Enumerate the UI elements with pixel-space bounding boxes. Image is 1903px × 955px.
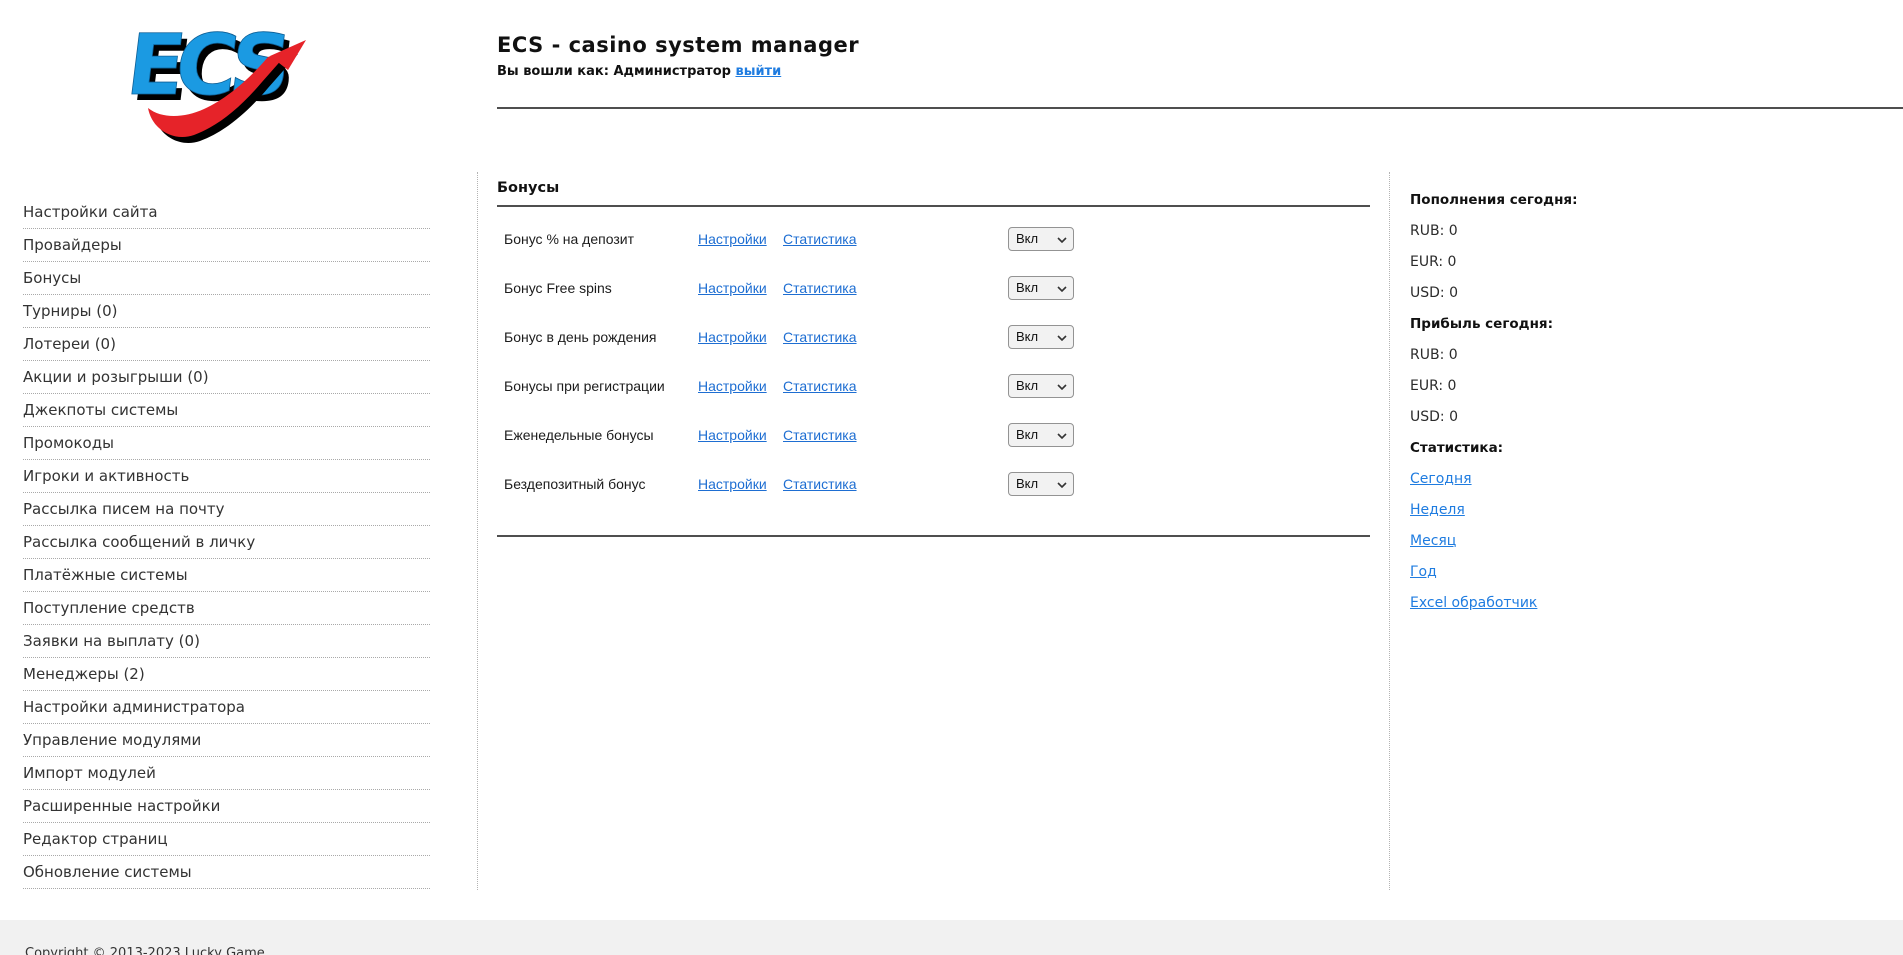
bonus-toggle: Вкл (1008, 472, 1074, 496)
sidebar-item[interactable]: Редактор страниц (23, 823, 430, 856)
profit-today-title: Прибыль сегодня: (1410, 308, 1880, 339)
bonus-label: Бездепозитный бонус (504, 476, 698, 492)
deposit-value: EUR: 0 (1410, 246, 1880, 277)
bonus-label: Бонус в день рождения (504, 329, 698, 345)
stats-link-row: Сегодня (1410, 463, 1880, 494)
bonus-statistics-link[interactable]: Статистика (783, 378, 1008, 394)
deposit-value: USD: 0 (1410, 277, 1880, 308)
sidebar-item[interactable]: Настройки сайта (23, 196, 430, 229)
bonus-toggle: Вкл (1008, 227, 1074, 251)
bonus-rows: Бонус % на депозитНастройкиСтатистикаВкл… (497, 214, 1370, 508)
bonus-toggle-select[interactable]: Вкл (1008, 472, 1074, 496)
section-divider-top (497, 205, 1370, 207)
sidebar-item[interactable]: Провайдеры (23, 229, 430, 262)
bonus-toggle-select[interactable]: Вкл (1008, 423, 1074, 447)
header: ECS - casino system manager Вы вошли как… (497, 33, 859, 79)
bonus-settings-link[interactable]: Настройки (698, 378, 783, 394)
stats-link-row: Год (1410, 556, 1880, 587)
sidebar-item[interactable]: Платёжные системы (23, 559, 430, 592)
app-title: ECS - casino system manager (497, 33, 859, 57)
stats-title: Статистика: (1410, 432, 1880, 463)
summary-panel: Пополнения сегодня:RUB: 0EUR: 0USD: 0При… (1410, 184, 1880, 618)
bonus-row: Бонус в день рожденияНастройкиСтатистика… (497, 312, 1370, 361)
sidebar-item[interactable]: Джекпоты системы (23, 394, 430, 427)
bonus-label: Еженедельные бонусы (504, 427, 698, 443)
sidebar-item[interactable]: Обновление системы (23, 856, 430, 889)
sidebar-item[interactable]: Акции и розыгрыши (0) (23, 361, 430, 394)
footer: Copyright © 2013-2023 Lucky Game (0, 920, 1903, 955)
header-divider (497, 107, 1903, 109)
bonus-settings-link[interactable]: Настройки (698, 329, 783, 345)
bonus-settings-link[interactable]: Настройки (698, 280, 783, 296)
divider-sidebar-main (477, 172, 478, 890)
profit-value: USD: 0 (1410, 401, 1880, 432)
sidebar-item[interactable]: Расширенные настройки (23, 790, 430, 823)
section-divider-bottom (497, 535, 1370, 537)
bonus-label: Бонусы при регистрации (504, 378, 698, 394)
deposit-value: RUB: 0 (1410, 215, 1880, 246)
stats-link[interactable]: Неделя (1410, 502, 1465, 518)
bonus-toggle-select[interactable]: Вкл (1008, 325, 1074, 349)
sidebar-menu: Настройки сайтаПровайдерыБонусыТурниры (… (23, 196, 430, 889)
stats-link[interactable]: Excel обработчик (1410, 595, 1537, 611)
stats-link-row: Неделя (1410, 494, 1880, 525)
deposits-today-title: Пополнения сегодня: (1410, 184, 1880, 215)
ecs-logo-graphic: ECS ECS (118, 14, 308, 152)
bonus-row: Еженедельные бонусыНастройкиСтатистикаВк… (497, 410, 1370, 459)
bonus-row: Бонусы при регистрацииНастройкиСтатистик… (497, 361, 1370, 410)
bonus-toggle-select[interactable]: Вкл (1008, 374, 1074, 398)
sidebar-item[interactable]: Поступление средств (23, 592, 430, 625)
bonus-toggle-select[interactable]: Вкл (1008, 276, 1074, 300)
bonus-settings-link[interactable]: Настройки (698, 427, 783, 443)
bonus-label: Бонус % на депозит (504, 231, 698, 247)
sidebar-item[interactable]: Менеджеры (2) (23, 658, 430, 691)
sidebar-item[interactable]: Рассылка писем на почту (23, 493, 430, 526)
sidebar-item[interactable]: Промокоды (23, 427, 430, 460)
profit-value: RUB: 0 (1410, 339, 1880, 370)
bonus-statistics-link[interactable]: Статистика (783, 427, 1008, 443)
bonus-toggle-select[interactable]: Вкл (1008, 227, 1074, 251)
sidebar-item[interactable]: Заявки на выплату (0) (23, 625, 430, 658)
sidebar-item[interactable]: Настройки администратора (23, 691, 430, 724)
bonus-toggle: Вкл (1008, 423, 1074, 447)
bonus-settings-link[interactable]: Настройки (698, 231, 783, 247)
sidebar-item[interactable]: Бонусы (23, 262, 430, 295)
bonus-row: Бонус % на депозитНастройкиСтатистикаВкл (497, 214, 1370, 263)
bonus-statistics-link[interactable]: Статистика (783, 476, 1008, 492)
bonuses-section: Бонусы Бонус % на депозитНастройкиСтатис… (497, 180, 1370, 537)
stats-link-row: Месяц (1410, 525, 1880, 556)
profit-value: EUR: 0 (1410, 370, 1880, 401)
bonus-statistics-link[interactable]: Статистика (783, 329, 1008, 345)
copyright-text: Copyright © 2013-2023 Lucky Game (25, 946, 265, 955)
bonus-label: Бонус Free spins (504, 280, 698, 296)
bonus-statistics-link[interactable]: Статистика (783, 280, 1008, 296)
bonus-row: Бонус Free spinsНастройкиСтатистикаВкл (497, 263, 1370, 312)
login-status-text: Вы вошли как: Администратор (497, 64, 731, 79)
bonus-toggle: Вкл (1008, 276, 1074, 300)
section-title: Бонусы (497, 180, 1370, 196)
sidebar-item[interactable]: Лотереи (0) (23, 328, 430, 361)
bonus-toggle: Вкл (1008, 325, 1074, 349)
bonus-toggle: Вкл (1008, 374, 1074, 398)
ecs-logo[interactable]: ECS ECS (118, 14, 308, 152)
stats-link[interactable]: Сегодня (1410, 471, 1472, 487)
divider-main-summary (1389, 172, 1390, 890)
stats-link[interactable]: Год (1410, 564, 1437, 580)
bonus-settings-link[interactable]: Настройки (698, 476, 783, 492)
sidebar-item[interactable]: Турниры (0) (23, 295, 430, 328)
stats-link[interactable]: Месяц (1410, 533, 1456, 549)
page: ECS ECS ECS - casino system manager Вы в… (0, 0, 1903, 955)
bonus-statistics-link[interactable]: Статистика (783, 231, 1008, 247)
sidebar-item[interactable]: Управление модулями (23, 724, 430, 757)
login-status: Вы вошли как: Администратор выйти (497, 64, 859, 79)
sidebar-item[interactable]: Игроки и активность (23, 460, 430, 493)
logout-link[interactable]: выйти (735, 64, 781, 79)
stats-link-row: Excel обработчик (1410, 587, 1880, 618)
sidebar-item[interactable]: Импорт модулей (23, 757, 430, 790)
bonus-row: Бездепозитный бонусНастройкиСтатистикаВк… (497, 459, 1370, 508)
sidebar-item[interactable]: Рассылка сообщений в личку (23, 526, 430, 559)
